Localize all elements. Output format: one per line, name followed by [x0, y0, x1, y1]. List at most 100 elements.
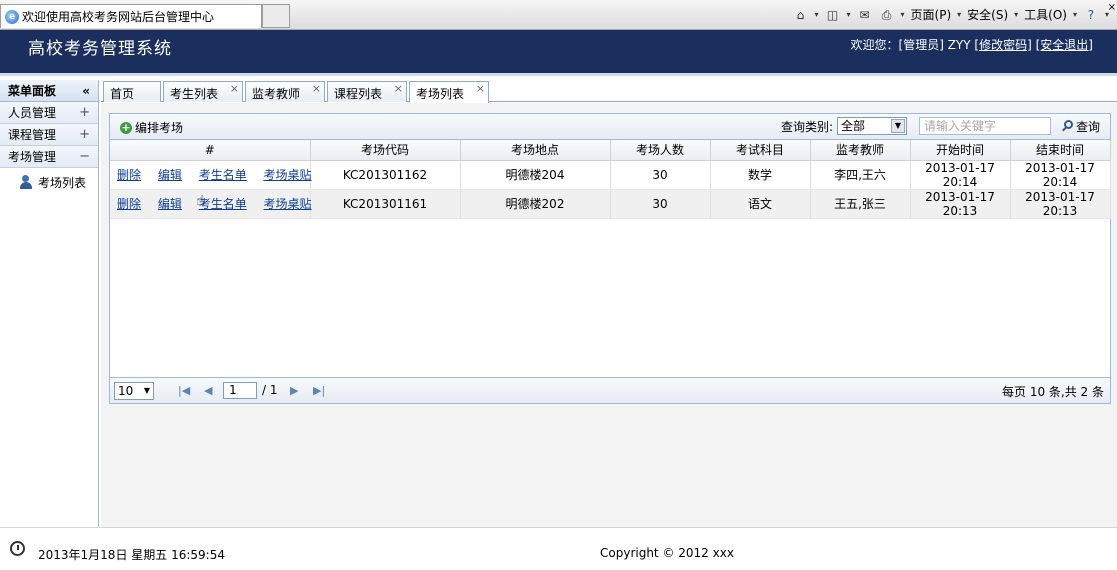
ie-icon: e — [5, 9, 19, 24]
chevron-down-icon[interactable]: ▾ — [814, 10, 818, 19]
prev-page-icon[interactable]: ◀ — [204, 384, 212, 397]
chevron-down-icon[interactable]: ▼ — [890, 119, 905, 133]
hand-cursor-icon: ☝ — [196, 193, 205, 209]
clock-icon — [10, 541, 25, 556]
table-cell: 李四,王六 — [810, 160, 911, 190]
collapse-icon[interactable]: « — [82, 84, 90, 98]
browser-tab[interactable]: e 欢迎使用高校考务网站后台管理中心 — [0, 4, 262, 28]
column-header[interactable]: # — [110, 140, 311, 161]
logout-link[interactable]: [安全退出] — [1036, 38, 1093, 52]
chevron-down-icon[interactable]: ▼ — [144, 386, 150, 395]
query-type-label: 查询类别: — [780, 119, 833, 134]
desk-label-link[interactable]: 考场桌贴 — [264, 168, 312, 182]
menu-group-personnel[interactable]: 人员管理 + — [0, 102, 98, 124]
help-icon[interactable]: ? — [1083, 7, 1099, 23]
query-type-select[interactable]: 全部 ▼ — [836, 117, 907, 135]
search-button[interactable]: 查询 — [1076, 118, 1100, 135]
tab-exam-room-list[interactable]: 考场列表 × — [409, 81, 489, 103]
browser-tab-title: 欢迎使用高校考务网站后台管理中心 — [22, 10, 215, 24]
desk-label-link[interactable]: 考场桌贴 — [264, 197, 312, 211]
chevron-down-icon[interactable]: ▾ — [901, 10, 905, 19]
table-cell: 明德楼204 — [460, 160, 611, 190]
browser-toolbar: e 欢迎使用高校考务网站后台管理中心 ⌂ ▾ ◫ ▾ ✉ ⎙ ▾ 页面(P) ▾ 安全(… — [0, 0, 1117, 30]
table-cell: KC201301161 — [310, 189, 461, 219]
sidebar-item-exam-room-list[interactable]: 考场列表 — [0, 168, 98, 196]
mail-icon[interactable]: ✉ — [857, 7, 873, 23]
table-cell: 2013-01-17 20:13 — [1010, 189, 1111, 219]
expand-icon[interactable]: + — [79, 127, 90, 142]
copyright: Copyright © 2012 xxx — [600, 546, 734, 560]
welcome-text: 欢迎您：[管理员] ZYY — [850, 38, 971, 52]
print-icon[interactable]: ⎙ — [879, 7, 895, 23]
column-header[interactable]: 考场人数 — [610, 140, 711, 161]
table-cell: 30 — [610, 160, 711, 190]
delete-link[interactable]: 删除 — [117, 168, 141, 182]
add-exam-room-label: 编排考场 — [135, 121, 184, 135]
table-header-row: # 考场代码 考场地点 考场人数 考试科目 监考教师 开始时间 结束时间 — [110, 140, 1111, 161]
delete-link[interactable]: 删除 — [117, 197, 141, 211]
browser-command-bar: ⌂ ▾ ◫ ▾ ✉ ⎙ ▾ 页面(P) ▾ 安全(S) ▾ 工具(O) ▾ ? ▾ — [792, 6, 1109, 23]
tab-proctors[interactable]: 监考教师 × — [245, 81, 325, 102]
sidebar-item-label: 考场列表 — [38, 175, 87, 190]
pagination-info: 每页 10 条,共 2 条 — [1002, 385, 1104, 399]
search-icon[interactable] — [1061, 120, 1073, 132]
close-icon[interactable]: × — [230, 82, 239, 95]
page-number-input[interactable]: 1 — [223, 382, 257, 399]
menu-group-label: 人员管理 — [8, 106, 57, 120]
tools-menu[interactable]: 工具(O) — [1024, 6, 1067, 23]
keyword-input[interactable]: 请输入关键字 — [918, 117, 1051, 135]
chevron-down-icon[interactable]: ▾ — [847, 10, 851, 19]
safety-menu[interactable]: 安全(S) — [967, 6, 1008, 23]
column-header[interactable]: 考场代码 — [310, 140, 461, 161]
column-header[interactable]: 开始时间 — [910, 140, 1011, 161]
close-icon[interactable]: × — [476, 82, 485, 95]
rss-icon[interactable]: ◫ — [825, 7, 841, 23]
close-icon[interactable]: × — [394, 82, 403, 95]
change-password-link[interactable]: [修改密码] — [974, 38, 1031, 52]
table-row[interactable]: 删除 编辑 考生名单 考场桌贴 KC201301162 明德楼204 30 数学… — [110, 160, 1111, 190]
edit-link[interactable]: 编辑 — [158, 197, 182, 211]
last-page-icon[interactable]: ▶| — [313, 384, 325, 397]
search-bar: 查询类别: 全部 ▼ 请输入关键字 查询 — [781, 117, 1100, 135]
query-type-value: 全部 — [840, 119, 865, 133]
exam-room-table: # 考场代码 考场地点 考场人数 考试科目 监考教师 开始时间 结束时间 删除 … — [110, 140, 1111, 219]
row-actions: 删除 编辑 考生名单 考场桌贴 — [110, 189, 312, 219]
close-icon[interactable]: × — [1108, 2, 1116, 13]
next-page-icon[interactable]: ▶ — [290, 384, 298, 397]
column-header[interactable]: 考场地点 — [460, 140, 611, 161]
add-exam-room-button[interactable]: + 编排考场 — [120, 119, 183, 136]
column-header[interactable]: 监考教师 — [810, 140, 911, 161]
close-icon[interactable]: × — [312, 82, 321, 95]
total-pages: / 1 — [262, 383, 278, 397]
menu-panel-header: 菜单面板 « — [0, 80, 98, 102]
page-menu[interactable]: 页面(P) — [911, 6, 952, 23]
new-tab-button[interactable] — [262, 4, 290, 28]
menu-group-exam-rooms[interactable]: 考场管理 − — [0, 146, 98, 168]
student-list-link[interactable]: 考生名单 — [199, 197, 247, 211]
tab-student-list[interactable]: 考生列表 × — [163, 81, 243, 102]
tab-course-list[interactable]: 课程列表 × — [327, 81, 407, 102]
tab-label: 考生列表 — [170, 87, 219, 101]
column-header[interactable]: 结束时间 — [1010, 140, 1111, 161]
table-cell: KC201301162 — [310, 160, 461, 190]
table-cell: 30 — [610, 189, 711, 219]
edit-link[interactable]: 编辑 — [158, 168, 182, 182]
column-header[interactable]: 考试科目 — [710, 140, 811, 161]
user-info: 欢迎您：[管理员] ZYY [修改密码] [安全退出] — [851, 36, 1093, 53]
collapse-group-icon[interactable]: − — [79, 149, 90, 164]
table-cell: 2013-01-17 20:14 — [1010, 160, 1111, 190]
tab-home[interactable]: 首页 — [103, 81, 161, 102]
chevron-down-icon: ▾ — [957, 10, 962, 19]
table-cell: 数学 — [710, 160, 811, 190]
current-datetime: 2013年1月18日 星期五 16:59:54 — [38, 548, 225, 562]
student-list-link[interactable]: 考生名单 — [199, 168, 247, 182]
first-page-icon[interactable]: |◀ — [178, 384, 190, 397]
expand-icon[interactable]: + — [79, 105, 90, 120]
table-row[interactable]: 删除 编辑 考生名单 考场桌贴 KC201301161 明德楼202 30 语文… — [110, 189, 1111, 219]
menu-group-courses[interactable]: 课程管理 + — [0, 124, 98, 146]
page-size-select[interactable]: 10 ▼ — [114, 382, 154, 400]
table-cell: 语文 — [710, 189, 811, 219]
menu-group-label: 课程管理 — [8, 128, 57, 142]
page-size-value: 10 — [118, 384, 134, 398]
home-icon[interactable]: ⌂ — [792, 7, 808, 23]
